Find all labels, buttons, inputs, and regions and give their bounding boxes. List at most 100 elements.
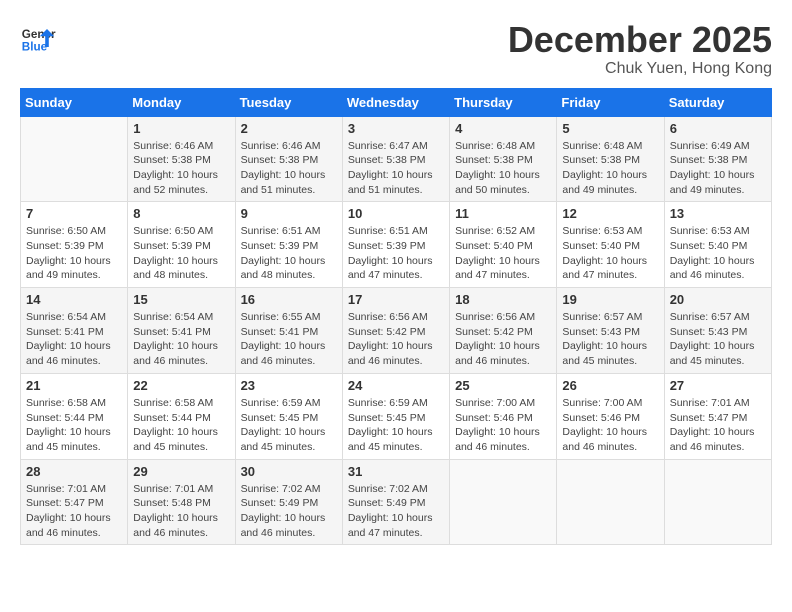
weekday-header: Wednesday (342, 88, 449, 116)
day-info: Sunrise: 6:56 AM Sunset: 5:42 PM Dayligh… (348, 310, 444, 369)
calendar-cell: 25Sunrise: 7:00 AM Sunset: 5:46 PM Dayli… (450, 373, 557, 459)
day-number: 18 (455, 292, 551, 307)
day-number: 6 (670, 121, 766, 136)
day-info: Sunrise: 7:01 AM Sunset: 5:47 PM Dayligh… (26, 482, 122, 541)
day-number: 1 (133, 121, 229, 136)
calendar-cell: 4Sunrise: 6:48 AM Sunset: 5:38 PM Daylig… (450, 116, 557, 202)
weekday-header: Saturday (664, 88, 771, 116)
day-info: Sunrise: 6:56 AM Sunset: 5:42 PM Dayligh… (455, 310, 551, 369)
day-info: Sunrise: 6:49 AM Sunset: 5:38 PM Dayligh… (670, 139, 766, 198)
title-block: December 2025 Chuk Yuen, Hong Kong (508, 20, 772, 78)
day-number: 16 (241, 292, 337, 307)
day-number: 2 (241, 121, 337, 136)
weekday-header: Thursday (450, 88, 557, 116)
calendar-cell: 1 Sunrise: 6:46 AM Sunset: 5:38 PM Daylig… (128, 116, 235, 202)
calendar-cell: 8 Sunrise: 6:50 AM Sunset: 5:39 PM Daylig… (128, 202, 235, 288)
calendar-cell: 11Sunrise: 6:52 AM Sunset: 5:40 PM Dayli… (450, 202, 557, 288)
calendar-week-row: 1 Sunrise: 6:46 AM Sunset: 5:38 PM Daylig… (21, 116, 772, 202)
svg-text:Blue: Blue (22, 41, 48, 54)
day-info: Sunrise: 7:01 AM Sunset: 5:48 PM Dayligh… (133, 482, 229, 541)
calendar-week-row: 28 Sunrise: 7:01 AM Sunset: 5:47 PM Dayli… (21, 459, 772, 545)
day-number: 13 (670, 206, 766, 221)
logo: General Blue (20, 20, 56, 56)
weekday-header: Friday (557, 88, 664, 116)
day-number: 11 (455, 206, 551, 221)
calendar-cell (21, 116, 128, 202)
day-info: Sunrise: 7:02 AM Sunset: 5:49 PM Dayligh… (348, 482, 444, 541)
calendar-cell: 10 Sunrise: 6:51 AM Sunset: 5:39 PM Dayli… (342, 202, 449, 288)
calendar-cell: 19Sunrise: 6:57 AM Sunset: 5:43 PM Dayli… (557, 288, 664, 374)
day-info: Sunrise: 6:57 AM Sunset: 5:43 PM Dayligh… (670, 310, 766, 369)
day-number: 27 (670, 378, 766, 393)
calendar-cell: 23 Sunrise: 6:59 AM Sunset: 5:45 PM Dayli… (235, 373, 342, 459)
weekday-header: Sunday (21, 88, 128, 116)
location: Chuk Yuen, Hong Kong (508, 60, 772, 78)
day-info: Sunrise: 6:53 AM Sunset: 5:40 PM Dayligh… (562, 224, 658, 283)
day-number: 7 (26, 206, 122, 221)
calendar-cell: 16 Sunrise: 6:55 AM Sunset: 5:41 PM Dayli… (235, 288, 342, 374)
day-number: 9 (241, 206, 337, 221)
calendar-cell: 21Sunrise: 6:58 AM Sunset: 5:44 PM Dayli… (21, 373, 128, 459)
weekday-header: Monday (128, 88, 235, 116)
day-number: 19 (562, 292, 658, 307)
calendar-cell: 28 Sunrise: 7:01 AM Sunset: 5:47 PM Dayli… (21, 459, 128, 545)
day-info: Sunrise: 6:54 AM Sunset: 5:41 PM Dayligh… (133, 310, 229, 369)
day-number: 8 (133, 206, 229, 221)
day-number: 22 (133, 378, 229, 393)
weekday-header: Tuesday (235, 88, 342, 116)
calendar-cell: 2 Sunrise: 6:46 AM Sunset: 5:38 PM Daylig… (235, 116, 342, 202)
calendar-cell: 29 Sunrise: 7:01 AM Sunset: 5:48 PM Dayli… (128, 459, 235, 545)
calendar-cell (450, 459, 557, 545)
calendar-cell: 7 Sunrise: 6:50 AM Sunset: 5:39 PM Daylig… (21, 202, 128, 288)
calendar-cell: 31 Sunrise: 7:02 AM Sunset: 5:49 PM Dayli… (342, 459, 449, 545)
calendar-cell: 14 Sunrise: 6:54 AM Sunset: 5:41 PM Dayli… (21, 288, 128, 374)
calendar-cell: 6 Sunrise: 6:49 AM Sunset: 5:38 PM Daylig… (664, 116, 771, 202)
day-number: 28 (26, 464, 122, 479)
calendar-week-row: 7 Sunrise: 6:50 AM Sunset: 5:39 PM Daylig… (21, 202, 772, 288)
day-number: 10 (348, 206, 444, 221)
day-number: 25 (455, 378, 551, 393)
day-number: 15 (133, 292, 229, 307)
calendar-week-row: 14 Sunrise: 6:54 AM Sunset: 5:41 PM Dayli… (21, 288, 772, 374)
day-info: Sunrise: 6:59 AM Sunset: 5:45 PM Dayligh… (241, 396, 337, 455)
day-info: Sunrise: 6:46 AM Sunset: 5:38 PM Dayligh… (133, 139, 229, 198)
day-info: Sunrise: 6:58 AM Sunset: 5:44 PM Dayligh… (26, 396, 122, 455)
calendar-header-row: SundayMondayTuesdayWednesdayThursdayFrid… (21, 88, 772, 116)
calendar-cell: 13Sunrise: 6:53 AM Sunset: 5:40 PM Dayli… (664, 202, 771, 288)
day-number: 3 (348, 121, 444, 136)
day-info: Sunrise: 6:46 AM Sunset: 5:38 PM Dayligh… (241, 139, 337, 198)
day-info: Sunrise: 6:51 AM Sunset: 5:39 PM Dayligh… (241, 224, 337, 283)
day-info: Sunrise: 6:47 AM Sunset: 5:38 PM Dayligh… (348, 139, 444, 198)
calendar-cell: 18 Sunrise: 6:56 AM Sunset: 5:42 PM Dayli… (450, 288, 557, 374)
day-number: 12 (562, 206, 658, 221)
day-number: 26 (562, 378, 658, 393)
day-info: Sunrise: 6:54 AM Sunset: 5:41 PM Dayligh… (26, 310, 122, 369)
calendar-cell: 20 Sunrise: 6:57 AM Sunset: 5:43 PM Dayli… (664, 288, 771, 374)
calendar-week-row: 21Sunrise: 6:58 AM Sunset: 5:44 PM Dayli… (21, 373, 772, 459)
month-year: December 2025 (508, 20, 772, 60)
calendar-cell: 26 Sunrise: 7:00 AM Sunset: 5:46 PM Dayli… (557, 373, 664, 459)
day-info: Sunrise: 6:59 AM Sunset: 5:45 PM Dayligh… (348, 396, 444, 455)
day-info: Sunrise: 6:55 AM Sunset: 5:41 PM Dayligh… (241, 310, 337, 369)
calendar-cell (557, 459, 664, 545)
day-number: 4 (455, 121, 551, 136)
day-info: Sunrise: 7:01 AM Sunset: 5:47 PM Dayligh… (670, 396, 766, 455)
day-info: Sunrise: 6:50 AM Sunset: 5:39 PM Dayligh… (26, 224, 122, 283)
day-number: 31 (348, 464, 444, 479)
calendar-cell: 22Sunrise: 6:58 AM Sunset: 5:44 PM Dayli… (128, 373, 235, 459)
day-number: 5 (562, 121, 658, 136)
calendar-cell: 27 Sunrise: 7:01 AM Sunset: 5:47 PM Dayli… (664, 373, 771, 459)
day-info: Sunrise: 6:50 AM Sunset: 5:39 PM Dayligh… (133, 224, 229, 283)
calendar-cell: 15 Sunrise: 6:54 AM Sunset: 5:41 PM Dayli… (128, 288, 235, 374)
calendar-cell: 9 Sunrise: 6:51 AM Sunset: 5:39 PM Daylig… (235, 202, 342, 288)
day-number: 29 (133, 464, 229, 479)
calendar-cell: 3 Sunrise: 6:47 AM Sunset: 5:38 PM Daylig… (342, 116, 449, 202)
day-info: Sunrise: 6:51 AM Sunset: 5:39 PM Dayligh… (348, 224, 444, 283)
day-number: 20 (670, 292, 766, 307)
calendar-cell: 12 Sunrise: 6:53 AM Sunset: 5:40 PM Dayli… (557, 202, 664, 288)
day-number: 17 (348, 292, 444, 307)
day-number: 23 (241, 378, 337, 393)
day-number: 14 (26, 292, 122, 307)
day-info: Sunrise: 7:00 AM Sunset: 5:46 PM Dayligh… (562, 396, 658, 455)
page-header: General Blue December 2025 Chuk Yuen, Ho… (20, 20, 772, 78)
